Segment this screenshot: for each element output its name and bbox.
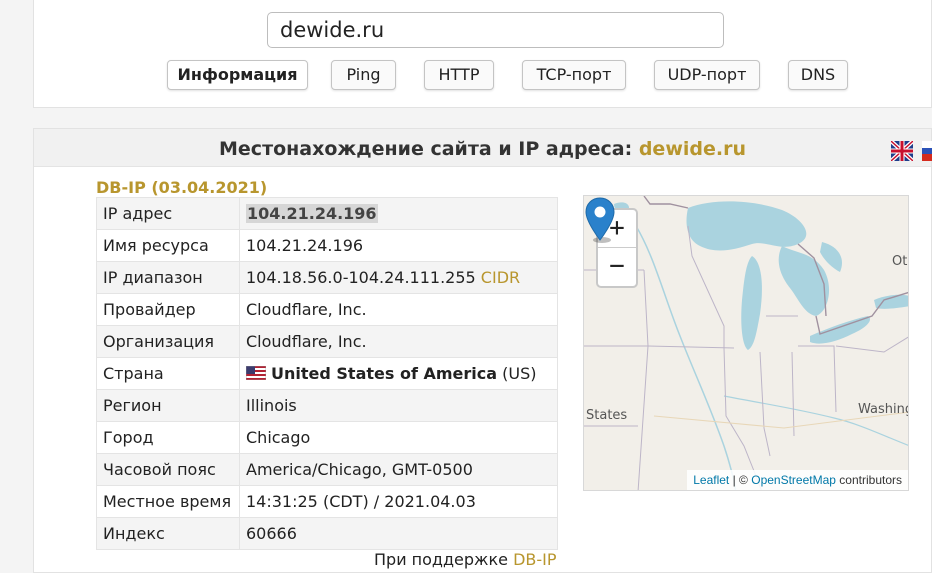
location-marker-icon[interactable] bbox=[584, 196, 616, 244]
powered-by: При поддержке DB-IP bbox=[374, 550, 557, 569]
table-row: Страна United States of America (US) bbox=[96, 357, 558, 390]
english-flag-icon[interactable] bbox=[891, 141, 913, 161]
location-map[interactable]: + − States Washing Ot Leaflet | © OpenSt… bbox=[583, 195, 909, 491]
tool-udp-port-button[interactable]: UDP-порт bbox=[654, 60, 760, 90]
city-value: Chicago bbox=[239, 421, 558, 454]
table-row: IP диапазон 104.18.56.0-104.24.111.255 C… bbox=[96, 261, 558, 294]
zip-key: Индекс bbox=[96, 517, 240, 550]
source-title: DB-IP (03.04.2021) bbox=[96, 178, 268, 197]
country-code: (US) bbox=[502, 364, 537, 383]
domain-search-input[interactable] bbox=[267, 12, 724, 48]
openstreetmap-link[interactable]: OpenStreetMap bbox=[751, 473, 836, 487]
table-row: Местное время 14:31:25 (CDT) / 2021.04.0… bbox=[96, 485, 558, 518]
table-row: Индекс 60666 bbox=[96, 517, 558, 550]
page-title: Местонахождение сайта и IP адреса: dewid… bbox=[34, 138, 931, 160]
region-value: Illinois bbox=[239, 389, 558, 422]
powered-by-text: При поддержке bbox=[374, 550, 508, 569]
location-header: Местонахождение сайта и IP адреса: dewid… bbox=[34, 129, 932, 167]
ip-key: IP адрес bbox=[96, 197, 240, 230]
ip-value[interactable]: 104.21.24.196 bbox=[246, 204, 378, 223]
tool-ping-button[interactable]: Ping bbox=[331, 60, 396, 90]
org-value: Cloudflare, Inc. bbox=[239, 325, 558, 358]
tool-tcp-port-button[interactable]: TCP-порт bbox=[522, 60, 626, 90]
table-row: Имя ресурса 104.21.24.196 bbox=[96, 229, 558, 262]
tool-info-button[interactable]: Информация bbox=[167, 60, 308, 90]
page: Информация Ping HTTP TCP-порт UDP-порт D… bbox=[0, 0, 932, 573]
map-label-states: States bbox=[586, 408, 628, 423]
map-attribution: Leaflet | © OpenStreetMap contributors bbox=[687, 470, 908, 490]
page-title-text: Местонахождение сайта и IP адреса: bbox=[219, 138, 633, 160]
dbip-link[interactable]: DB-IP bbox=[513, 550, 556, 569]
zoom-out-button[interactable]: − bbox=[598, 248, 636, 286]
map-label-washington: Washing bbox=[858, 402, 909, 417]
table-row: Регион Illinois bbox=[96, 389, 558, 422]
city-key: Город bbox=[96, 421, 240, 454]
table-row: Организация Cloudflare, Inc. bbox=[96, 325, 558, 358]
attribution-contributors: contributors bbox=[839, 473, 902, 487]
table-row: Провайдер Cloudflare, Inc. bbox=[96, 293, 558, 326]
ip-info-table: IP адрес 104.21.24.196 Имя ресурса 104.2… bbox=[96, 197, 558, 550]
zip-value: 60666 bbox=[239, 517, 558, 550]
location-panel: Местонахождение сайта и IP адреса: dewid… bbox=[33, 128, 932, 573]
cidr-link[interactable]: CIDR bbox=[481, 268, 520, 287]
range-value: 104.18.56.0-104.24.111.255 bbox=[246, 268, 476, 287]
localtime-value: 14:31:25 (CDT) / 2021.04.03 bbox=[239, 485, 558, 518]
org-key: Организация bbox=[96, 325, 240, 358]
search-panel: Информация Ping HTTP TCP-порт UDP-порт D… bbox=[33, 0, 932, 108]
timezone-key: Часовой пояс bbox=[96, 453, 240, 486]
country-value-cell: United States of America (US) bbox=[239, 357, 558, 390]
leaflet-link[interactable]: Leaflet bbox=[693, 473, 729, 487]
table-row: Часовой пояс America/Chicago, GMT-0500 bbox=[96, 453, 558, 486]
provider-key: Провайдер bbox=[96, 293, 240, 326]
attribution-separator: | © bbox=[732, 473, 748, 487]
map-label-ottawa: Ot bbox=[892, 254, 908, 269]
table-row: IP адрес 104.21.24.196 bbox=[96, 197, 558, 230]
ip-value-cell: 104.21.24.196 bbox=[239, 197, 558, 230]
country-name: United States of America bbox=[271, 364, 498, 383]
range-value-cell: 104.18.56.0-104.24.111.255 CIDR bbox=[239, 261, 558, 294]
us-flag-icon bbox=[246, 366, 266, 380]
tool-http-button[interactable]: HTTP bbox=[424, 60, 494, 90]
timezone-value: America/Chicago, GMT-0500 bbox=[239, 453, 558, 486]
tool-dns-button[interactable]: DNS bbox=[788, 60, 848, 90]
range-key: IP диапазон bbox=[96, 261, 240, 294]
provider-value: Cloudflare, Inc. bbox=[239, 293, 558, 326]
russian-flag-icon[interactable] bbox=[922, 141, 932, 161]
region-key: Регион bbox=[96, 389, 240, 422]
localtime-key: Местное время bbox=[96, 485, 240, 518]
table-row: Город Chicago bbox=[96, 421, 558, 454]
country-key: Страна bbox=[96, 357, 240, 390]
hostname-value: 104.21.24.196 bbox=[239, 229, 558, 262]
hostname-key: Имя ресурса bbox=[96, 229, 240, 262]
page-title-domain: dewide.ru bbox=[638, 138, 746, 160]
